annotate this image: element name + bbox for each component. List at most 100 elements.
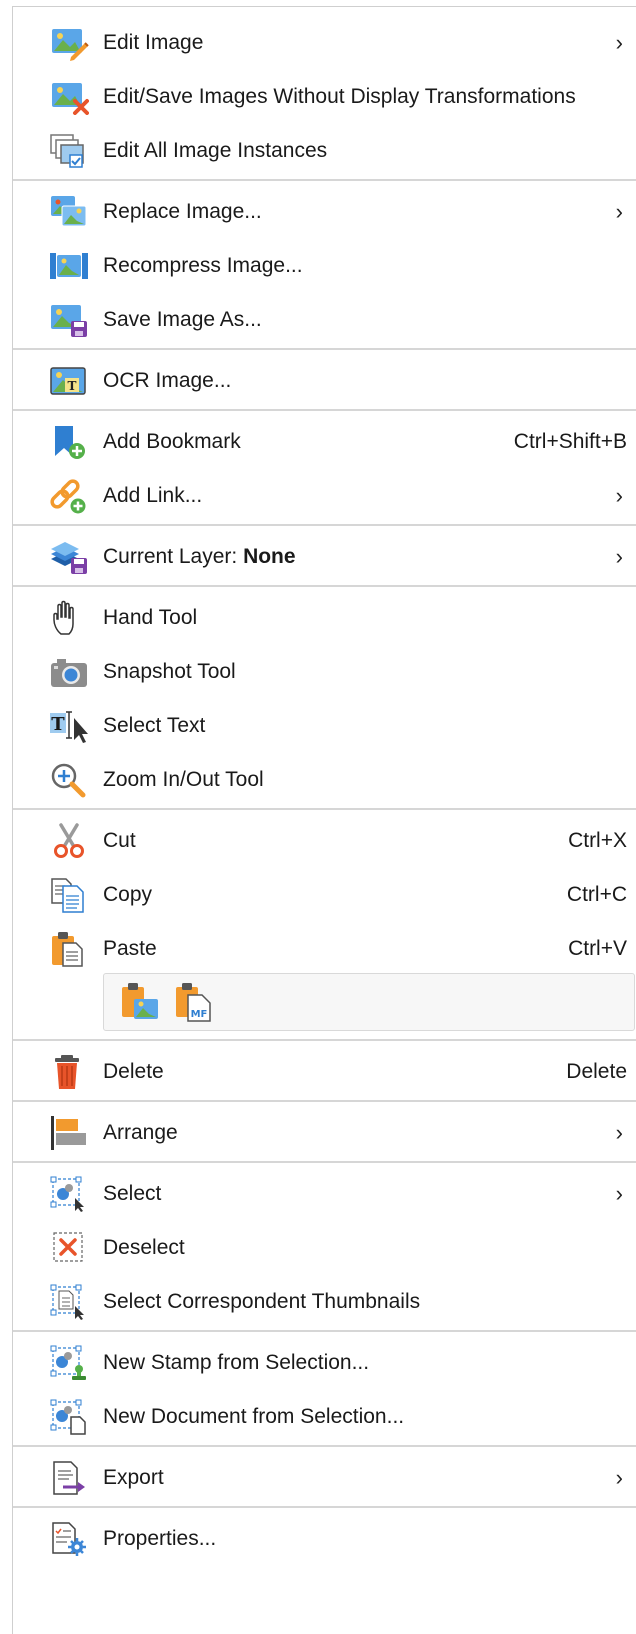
menu-item-edit-save-without-transformations[interactable]: Edit/Save Images Without Display Transfo… bbox=[13, 70, 636, 124]
menu-item-label: Current Layer: None bbox=[103, 530, 296, 584]
menu-item-replace-image[interactable]: Replace Image... › bbox=[13, 185, 636, 239]
menu-item-label: Copy bbox=[103, 883, 153, 906]
menu-item-zoom-tool[interactable]: Zoom In/Out Tool bbox=[13, 753, 636, 807]
menu-item-label: Save Image As... bbox=[103, 308, 262, 331]
export-icon bbox=[49, 1460, 89, 1496]
paste-image-icon[interactable] bbox=[118, 981, 160, 1023]
menu-item-add-link[interactable]: Add Link... › bbox=[13, 469, 636, 523]
menu-item-new-stamp-from-selection[interactable]: New Stamp from Selection... bbox=[13, 1336, 636, 1390]
menu-item-hand-tool[interactable]: Hand Tool bbox=[13, 591, 636, 645]
menu-item-label: Snapshot Tool bbox=[103, 660, 236, 683]
hand-icon bbox=[49, 600, 89, 636]
scissors-icon bbox=[49, 823, 89, 859]
menu-item-add-bookmark[interactable]: Add Bookmark Ctrl+Shift+B bbox=[13, 415, 636, 469]
menu-item-label: Edit/Save Images Without Display Transfo… bbox=[103, 85, 576, 108]
image-replace-icon bbox=[49, 194, 89, 230]
menu-item-label: Cut bbox=[103, 829, 136, 852]
menu-item-label: Select bbox=[103, 1182, 162, 1205]
submenu-arrow-icon: › bbox=[615, 544, 623, 569]
paste-metafile-icon[interactable]: MF bbox=[172, 981, 214, 1023]
menu-item-label: Add Bookmark bbox=[103, 430, 241, 453]
menu-item-label: Edit Image bbox=[103, 31, 204, 54]
menu-item-label: New Stamp from Selection... bbox=[103, 1351, 370, 1374]
menu-item-label: Edit All Image Instances bbox=[103, 139, 328, 162]
menu-item-save-image-as[interactable]: Save Image As... bbox=[13, 293, 636, 347]
trash-icon bbox=[49, 1054, 89, 1090]
stamp-icon bbox=[49, 1345, 89, 1381]
zoom-icon bbox=[49, 762, 89, 798]
layers-icon bbox=[49, 539, 89, 575]
menu-item-label: Zoom In/Out Tool bbox=[103, 768, 264, 791]
shortcut-text: Ctrl+Shift+B bbox=[513, 430, 627, 453]
menu-item-label: Paste bbox=[103, 937, 157, 960]
menu-item-label: Delete bbox=[103, 1060, 164, 1083]
select-object-icon bbox=[49, 1176, 89, 1212]
menu-item-label: Deselect bbox=[103, 1236, 185, 1259]
menu-item-label: Recompress Image... bbox=[103, 254, 303, 277]
menu-separator bbox=[13, 348, 636, 350]
menu-item-select-correspondent-thumbnails[interactable]: Select Correspondent Thumbnails bbox=[13, 1275, 636, 1329]
menu-item-label: Properties... bbox=[103, 1527, 217, 1550]
menu-separator bbox=[13, 1445, 636, 1447]
copy-icon bbox=[49, 877, 89, 913]
menu-separator bbox=[13, 179, 636, 181]
menu-item-arrange[interactable]: Arrange › bbox=[13, 1106, 636, 1160]
shortcut-text: Ctrl+V bbox=[568, 937, 627, 960]
menu-item-cut[interactable]: Cut Ctrl+X bbox=[13, 814, 636, 868]
image-compress-icon bbox=[49, 248, 89, 284]
menu-separator bbox=[13, 1330, 636, 1332]
image-stack-icon bbox=[49, 133, 89, 169]
bookmark-add-icon bbox=[49, 424, 89, 460]
menu-item-label: Hand Tool bbox=[103, 606, 198, 629]
submenu-arrow-icon: › bbox=[615, 199, 623, 224]
menu-separator bbox=[13, 585, 636, 587]
menu-item-new-document-from-selection[interactable]: New Document from Selection... bbox=[13, 1390, 636, 1444]
properties-icon bbox=[49, 1521, 89, 1557]
menu-separator bbox=[13, 1039, 636, 1041]
current-layer-value: None bbox=[243, 545, 296, 568]
submenu-arrow-icon: › bbox=[615, 1181, 623, 1206]
menu-item-label: Add Link... bbox=[103, 484, 203, 507]
menu-separator bbox=[13, 524, 636, 526]
ocr-image-icon: T bbox=[49, 363, 89, 399]
menu-separator bbox=[13, 808, 636, 810]
context-menu: Edit Image › Edit/Save Images Without Di… bbox=[12, 6, 636, 1634]
menu-item-edit-all-image-instances[interactable]: Edit All Image Instances bbox=[13, 124, 636, 178]
select-thumbnails-icon bbox=[49, 1284, 89, 1320]
menu-separator bbox=[13, 1161, 636, 1163]
svg-text:T: T bbox=[68, 379, 77, 393]
deselect-icon bbox=[49, 1230, 89, 1266]
menu-item-snapshot-tool[interactable]: Snapshot Tool bbox=[13, 645, 636, 699]
menu-item-current-layer[interactable]: Current Layer: None › bbox=[13, 530, 636, 584]
menu-item-delete[interactable]: Delete Delete bbox=[13, 1045, 636, 1099]
menu-item-export[interactable]: Export › bbox=[13, 1451, 636, 1505]
menu-separator bbox=[13, 1100, 636, 1102]
image-edit-icon bbox=[49, 25, 89, 61]
menu-item-label: Arrange bbox=[103, 1121, 178, 1144]
menu-item-deselect[interactable]: Deselect bbox=[13, 1221, 636, 1275]
image-save-icon bbox=[49, 302, 89, 338]
menu-separator bbox=[13, 1506, 636, 1508]
link-add-icon bbox=[49, 478, 89, 514]
new-document-icon bbox=[49, 1399, 89, 1435]
text-cursor-icon: T bbox=[49, 708, 89, 744]
submenu-arrow-icon: › bbox=[615, 1465, 623, 1490]
camera-icon bbox=[49, 654, 89, 690]
svg-text:T: T bbox=[51, 714, 65, 735]
paste-options-panel: MF bbox=[103, 973, 635, 1031]
shortcut-text: Ctrl+C bbox=[566, 883, 627, 906]
menu-item-recompress-image[interactable]: Recompress Image... bbox=[13, 239, 636, 293]
paste-icon bbox=[49, 931, 89, 967]
submenu-arrow-icon: › bbox=[615, 30, 623, 55]
menu-item-label: Export bbox=[103, 1466, 164, 1489]
menu-item-ocr-image[interactable]: T OCR Image... bbox=[13, 354, 636, 408]
menu-item-properties[interactable]: Properties... bbox=[13, 1512, 636, 1566]
menu-item-select-text[interactable]: T Select Text bbox=[13, 699, 636, 753]
menu-item-paste[interactable]: Paste Ctrl+V bbox=[13, 922, 636, 976]
menu-item-label: New Document from Selection... bbox=[103, 1405, 405, 1428]
menu-separator bbox=[13, 409, 636, 411]
menu-item-edit-image[interactable]: Edit Image › bbox=[13, 16, 636, 70]
menu-item-copy[interactable]: Copy Ctrl+C bbox=[13, 868, 636, 922]
shortcut-text: Ctrl+X bbox=[568, 829, 627, 852]
menu-item-select[interactable]: Select › bbox=[13, 1167, 636, 1221]
